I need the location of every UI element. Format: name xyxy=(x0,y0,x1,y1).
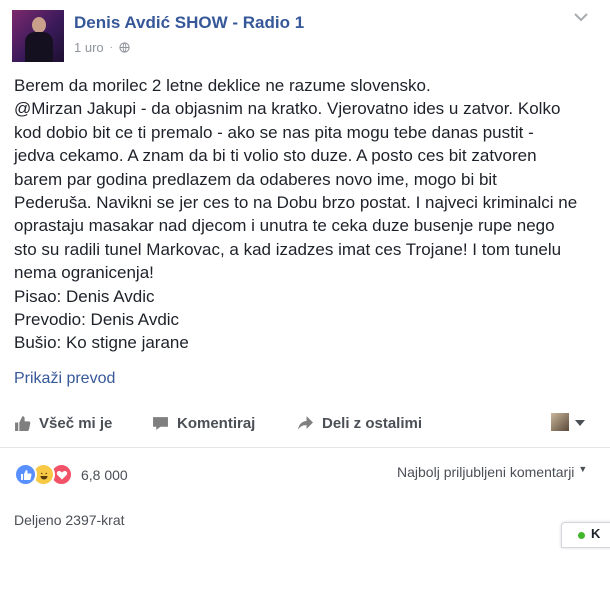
like-reaction-icon xyxy=(14,463,37,486)
share-label: Deli z ostalimi xyxy=(322,415,423,432)
comment-sort-dropdown[interactable]: Najbolj priljubljeni komentarji ▼ xyxy=(397,464,587,480)
post-body-line: kod dobio bit ce ti premalo - ako se nas… xyxy=(14,122,534,142)
reaction-count: 6,8 000 xyxy=(81,466,128,483)
post-body-line: Pisao: Denis Avdic xyxy=(14,286,155,306)
avatar-body xyxy=(25,32,53,62)
page-avatar[interactable] xyxy=(12,10,64,62)
action-bar: Všeč mi je Komentiraj Deli z ostalimi xyxy=(0,403,610,448)
post-timestamp[interactable]: 1 uro xyxy=(74,40,104,55)
post-body-line: jedva cekamo. A znam da bi ti volio sto … xyxy=(14,146,537,166)
comment-icon xyxy=(153,417,168,430)
post-body-line: Bušio: Ko stigne jarane xyxy=(14,333,189,353)
post-body-line: Prevodio: Denis Avdic xyxy=(14,310,180,330)
online-status-icon xyxy=(578,532,585,539)
facebook-post: Denis Avdić SHOW - Radio 1 1 uro · Berem… xyxy=(0,0,610,540)
acting-as-avatar[interactable] xyxy=(551,413,569,431)
comment-button[interactable]: Komentiraj xyxy=(152,415,255,432)
sort-caret-icon: ▼ xyxy=(578,464,588,474)
post-meta: 1 uro · xyxy=(74,40,130,55)
share-button[interactable]: Deli z ostalimi xyxy=(297,415,422,432)
post-body-line: @Mirzan Jakupi - da objasnim na kratko. … xyxy=(14,99,561,119)
avatar-head xyxy=(32,17,46,33)
meta-separator: · xyxy=(109,42,113,53)
share-arrow-icon xyxy=(298,416,313,430)
post-body-line: barem par godina predlazem da odaberes n… xyxy=(14,169,497,189)
page-name-link[interactable]: Denis Avdić SHOW - Radio 1 xyxy=(74,13,304,33)
post-body-line: Pederuša. Navikni se jer ces to na Dobu … xyxy=(14,193,578,213)
thumbs-up-icon xyxy=(15,416,31,431)
translate-link[interactable]: Prikaži prevod xyxy=(14,370,115,388)
like-label: Všeč mi je xyxy=(39,415,113,432)
post-body-line: oprastaju masakar nad djecom i unutra te… xyxy=(14,216,555,236)
reactions-summary[interactable]: 6,8 000 xyxy=(14,463,128,486)
post-body-line: nema ogranicenja! xyxy=(14,263,154,283)
chat-tab[interactable]: K xyxy=(561,522,610,548)
like-button[interactable]: Všeč mi je xyxy=(14,415,112,432)
chat-tab-label: K xyxy=(591,526,601,541)
comment-sort-label: Najbolj priljubljeni komentarji xyxy=(397,464,575,480)
globe-icon[interactable] xyxy=(119,42,130,53)
post-body: Berem da morilec 2 letne deklice ne razu… xyxy=(14,74,604,355)
comment-label: Komentiraj xyxy=(177,415,256,432)
acting-as-caret-icon[interactable] xyxy=(575,420,585,426)
post-body-line: Berem da morilec 2 letne deklice ne razu… xyxy=(14,76,431,95)
post-options-chevron-icon[interactable] xyxy=(574,12,588,22)
post-body-line: sto su radili tunel Markovac, a kad izad… xyxy=(14,239,562,259)
share-count-link[interactable]: Deljeno 2397-krat xyxy=(14,512,125,528)
